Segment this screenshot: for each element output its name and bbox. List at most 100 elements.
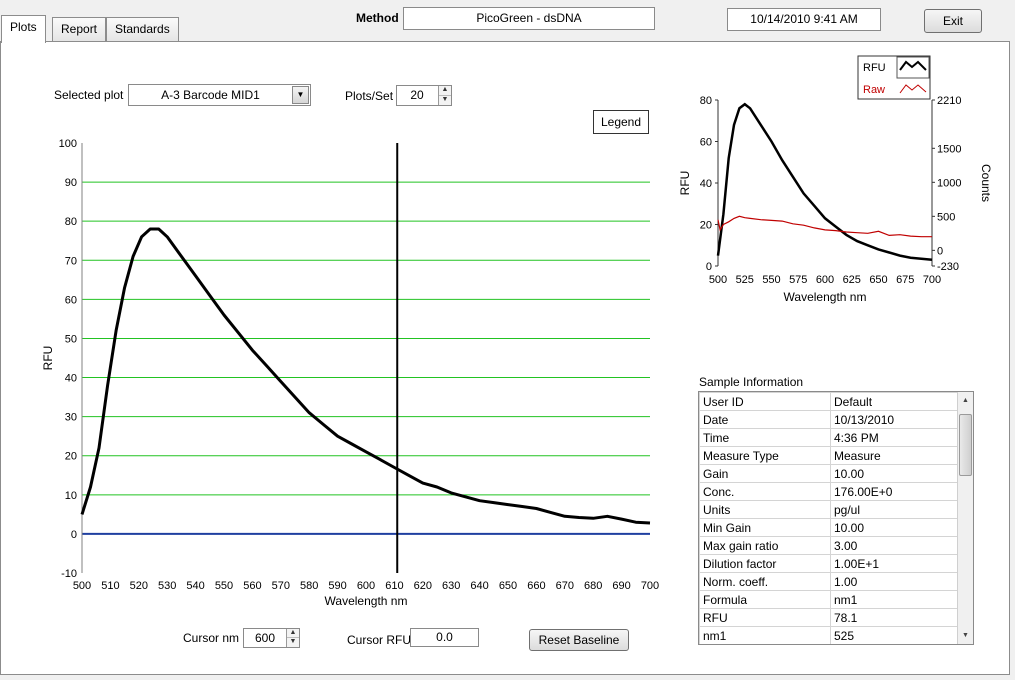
x-tick-label: 500 bbox=[709, 274, 727, 286]
table-row[interactable]: User ID Default bbox=[699, 392, 958, 411]
mini-chart-y-ticks: 0 20 40 60 80 bbox=[700, 95, 718, 273]
row-value: nm1 bbox=[830, 590, 958, 609]
table-row[interactable]: Measure Type Measure bbox=[699, 446, 958, 465]
y-tick-label: 40 bbox=[65, 373, 77, 385]
row-value: 10.00 bbox=[830, 518, 958, 537]
row-value: 1.00 bbox=[830, 572, 958, 591]
selected-plot-label: Selected plot bbox=[54, 88, 124, 102]
selected-plot-dropdown[interactable]: A-3 Barcode MID1 ▼ bbox=[128, 84, 311, 106]
scroll-thumb[interactable] bbox=[959, 414, 972, 476]
arrow-down-icon[interactable]: ▼ bbox=[287, 638, 299, 647]
mini-chart-frame bbox=[717, 100, 933, 266]
x-tick-label: 550 bbox=[215, 580, 233, 592]
y2-tick-label: -230 bbox=[937, 261, 959, 273]
row-value: Measure bbox=[830, 446, 958, 465]
main-chart: -10 0 10 20 30 40 50 60 70 80 90 100 500 510 520 530 54… bbox=[41, 138, 659, 608]
mini-chart-y2label: Counts bbox=[979, 164, 993, 202]
plots-per-set-stepper[interactable]: 20 ▲ ▼ bbox=[396, 85, 452, 106]
x-tick-label: 675 bbox=[896, 274, 914, 286]
x-tick-label: 630 bbox=[442, 580, 460, 592]
y-tick-label: 80 bbox=[65, 216, 77, 228]
tab-report[interactable]: Report bbox=[52, 17, 107, 42]
table-row[interactable]: RFU 78.1 bbox=[699, 608, 958, 627]
mini-chart: 020406080 -2300500100015002210 500 525 550… bbox=[678, 55, 993, 304]
arrow-up-icon[interactable]: ▲ bbox=[287, 629, 299, 638]
y-tick-label: 10 bbox=[65, 490, 77, 502]
row-key: Time bbox=[699, 428, 831, 447]
y2-tick-label: 1000 bbox=[937, 177, 961, 189]
row-value: 525 bbox=[830, 626, 958, 644]
stepper-arrows[interactable]: ▲ ▼ bbox=[286, 629, 299, 647]
mini-chart-ylabel: RFU bbox=[678, 171, 692, 196]
tab-standards[interactable]: Standards bbox=[106, 17, 179, 42]
tab-plots[interactable]: Plots bbox=[1, 15, 46, 43]
main-chart-ylabel: RFU bbox=[41, 346, 55, 371]
main-chart-xlabel: Wavelength nm bbox=[325, 594, 408, 608]
y2-tick-label: 0 bbox=[937, 245, 943, 257]
table-row[interactable]: Conc. 176.00E+0 bbox=[699, 482, 958, 501]
row-key: Date bbox=[699, 410, 831, 429]
row-key: nm1 bbox=[699, 626, 831, 644]
y-tick-label: 90 bbox=[65, 177, 77, 189]
x-tick-label: 670 bbox=[556, 580, 574, 592]
scroll-down-icon[interactable]: ▼ bbox=[959, 628, 972, 643]
stepper-arrows[interactable]: ▲ ▼ bbox=[438, 86, 451, 105]
x-tick-label: 700 bbox=[923, 274, 941, 286]
y-tick-label: 70 bbox=[65, 255, 77, 267]
scroll-up-icon[interactable]: ▲ bbox=[959, 393, 972, 408]
row-key: User ID bbox=[699, 392, 831, 411]
table-row[interactable]: Date 10/13/2010 bbox=[699, 410, 958, 429]
x-tick-label: 530 bbox=[158, 580, 176, 592]
x-tick-label: 625 bbox=[843, 274, 861, 286]
table-row[interactable]: Min Gain 10.00 bbox=[699, 518, 958, 537]
x-tick-label: 610 bbox=[385, 580, 403, 592]
y-tick-label: 60 bbox=[700, 137, 712, 149]
y-tick-label: 100 bbox=[59, 138, 77, 150]
row-value: 10/13/2010 bbox=[830, 410, 958, 429]
mini-chart-legend: RFU Raw bbox=[857, 55, 931, 100]
row-value: 10.00 bbox=[830, 464, 958, 483]
x-tick-label: 540 bbox=[186, 580, 204, 592]
chevron-down-icon[interactable]: ▼ bbox=[292, 86, 309, 104]
y-tick-label: 40 bbox=[700, 178, 712, 190]
table-row[interactable]: Dilution factor 1.00E+1 bbox=[699, 554, 958, 573]
row-key: Norm. coeff. bbox=[699, 572, 831, 591]
x-tick-label: 520 bbox=[130, 580, 148, 592]
row-key: Units bbox=[699, 500, 831, 519]
mini-chart-x-ticks: 500 525 550 575 600 625 650 675 700 bbox=[709, 274, 941, 286]
sample-info-table[interactable]: User ID Default Date 10/13/2010 Time 4:36 PM M… bbox=[698, 391, 974, 645]
table-row[interactable]: Norm. coeff. 1.00 bbox=[699, 572, 958, 591]
table-row[interactable]: nm1 525 bbox=[699, 626, 958, 644]
y-tick-label: 50 bbox=[65, 333, 77, 345]
row-key: RFU bbox=[699, 608, 831, 627]
row-value: 78.1 bbox=[830, 608, 958, 627]
sample-info-scrollbar[interactable]: ▲ ▼ bbox=[957, 392, 973, 644]
row-key: Formula bbox=[699, 590, 831, 609]
y-tick-label: 0 bbox=[706, 261, 712, 273]
table-row[interactable]: Gain 10.00 bbox=[699, 464, 958, 483]
table-row[interactable]: Units pg/ul bbox=[699, 500, 958, 519]
arrow-down-icon[interactable]: ▼ bbox=[439, 96, 451, 106]
datetime-display: 10/14/2010 9:41 AM bbox=[727, 8, 881, 31]
row-key: Measure Type bbox=[699, 446, 831, 465]
method-field[interactable]: PicoGreen - dsDNA bbox=[403, 7, 655, 30]
method-label: Method bbox=[356, 11, 399, 25]
sample-info-rows: User ID Default Date 10/13/2010 Time 4:36 PM M… bbox=[699, 392, 958, 644]
main-chart-series bbox=[80, 143, 651, 573]
table-row[interactable]: Max gain ratio 3.00 bbox=[699, 536, 958, 555]
x-tick-label: 640 bbox=[470, 580, 488, 592]
x-tick-label: 600 bbox=[357, 580, 375, 592]
exit-button[interactable]: Exit bbox=[924, 9, 982, 33]
cursor-rfu-label: Cursor RFU bbox=[347, 633, 412, 647]
table-row[interactable]: Formula nm1 bbox=[699, 590, 958, 609]
cursor-nm-stepper[interactable]: 600 ▲ ▼ bbox=[243, 628, 300, 648]
y2-tick-label: 500 bbox=[937, 211, 955, 223]
reset-baseline-button[interactable]: Reset Baseline bbox=[529, 629, 629, 651]
x-tick-label: 590 bbox=[328, 580, 346, 592]
arrow-up-icon[interactable]: ▲ bbox=[439, 86, 451, 96]
y-tick-label: 0 bbox=[71, 529, 77, 541]
y-tick-label: 60 bbox=[65, 294, 77, 306]
series-rfu-line bbox=[716, 102, 933, 262]
cursor-nm-value: 600 bbox=[254, 631, 276, 645]
table-row[interactable]: Time 4:36 PM bbox=[699, 428, 958, 447]
